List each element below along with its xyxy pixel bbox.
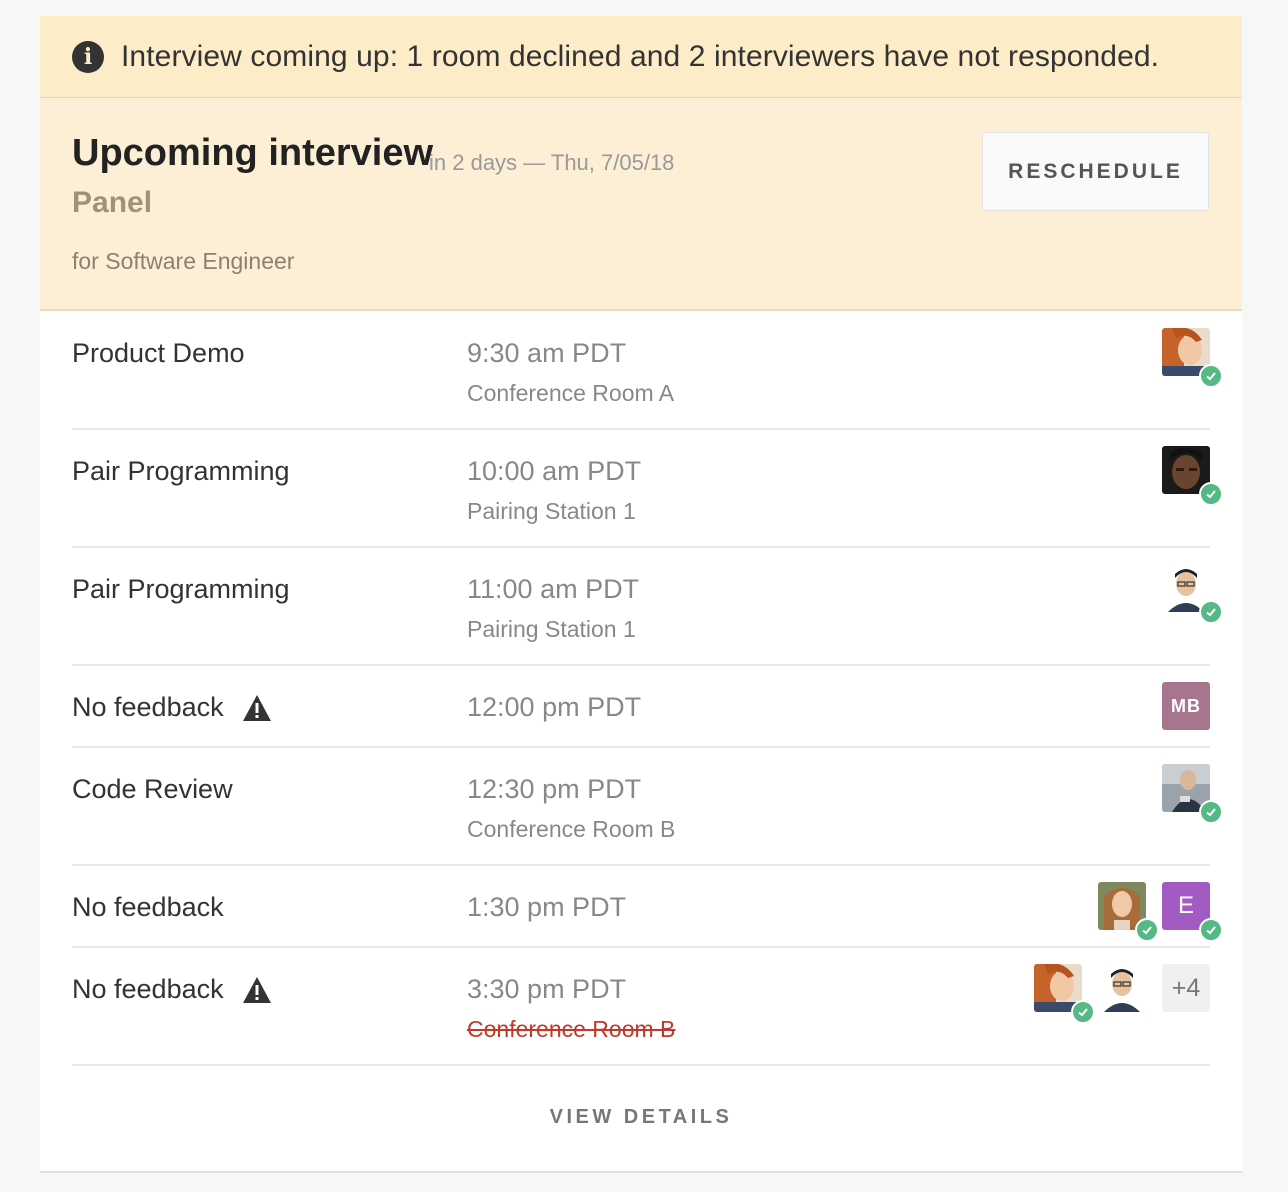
more-interviewers-badge[interactable]: +4: [1162, 964, 1210, 1012]
warning-icon: [242, 694, 271, 721]
schedule-row: Pair Programming 11:00 am PDT Pairing St…: [72, 548, 1223, 666]
interview-type: Panel: [72, 186, 153, 219]
avatar[interactable]: [1098, 882, 1159, 942]
avatar[interactable]: [1034, 964, 1095, 1024]
schedule-row: No feedback 3:30 pm PDT Conference Room …: [72, 948, 1210, 1066]
session-time: 10:00 am PDT: [467, 456, 642, 486]
avatar[interactable]: [1162, 328, 1223, 388]
session-name: Code Review: [72, 774, 233, 804]
schedule-row: Pair Programming 10:00 am PDT Pairing St…: [72, 430, 1223, 548]
session-name: Pair Programming: [72, 574, 290, 604]
accepted-check-icon: [1199, 600, 1223, 624]
avatar[interactable]: [1162, 564, 1223, 624]
schedule-row: Code Review 12:30 pm PDT Conference Room…: [72, 748, 1223, 866]
session-name: No feedback: [72, 692, 272, 723]
avatar[interactable]: E: [1162, 882, 1223, 942]
interview-date: in 2 days — Thu, 7/05/18: [429, 150, 675, 175]
session-room: Pairing Station 1: [467, 616, 636, 642]
session-time: 12:00 pm PDT: [467, 692, 642, 722]
avatar-photo: [1098, 964, 1146, 1012]
schedule-row: Product Demo 9:30 am PDT Conference Room…: [72, 312, 1223, 430]
session-time: 9:30 am PDT: [467, 338, 627, 368]
avatar[interactable]: [1162, 764, 1223, 824]
session-room: Conference Room B: [467, 816, 676, 842]
session-name: Pair Programming: [72, 456, 290, 486]
accepted-check-icon: [1199, 482, 1223, 506]
alert-banner: i Interview coming up: 1 room declined a…: [40, 16, 1242, 98]
session-room: Pairing Station 1: [467, 498, 636, 524]
accepted-check-icon: [1199, 800, 1223, 824]
session-time: 11:00 am PDT: [467, 574, 640, 604]
session-room: Conference Room A: [467, 380, 675, 406]
view-details-link[interactable]: VIEW DETAILS: [40, 1106, 1242, 1129]
accepted-check-icon: [1135, 918, 1159, 942]
session-name: Product Demo: [72, 338, 245, 368]
session-time: 12:30 pm PDT: [467, 774, 642, 804]
schedule-row: No feedback 12:00 pm PDT MB: [72, 666, 1210, 748]
session-name: No feedback: [72, 892, 224, 922]
interview-card: i Interview coming up: 1 room declined a…: [40, 16, 1242, 1173]
session-room-declined: Conference Room B: [467, 1016, 676, 1042]
job-title: for Software Engineer: [72, 248, 295, 274]
page-title: Upcoming interview: [72, 132, 434, 174]
avatar[interactable]: [1098, 964, 1146, 1012]
session-time: 3:30 pm PDT: [467, 974, 627, 1004]
avatar[interactable]: [1162, 446, 1223, 506]
info-icon: i: [72, 40, 104, 73]
schedule-list: Product Demo 9:30 am PDT Conference Room…: [72, 312, 1223, 1066]
accepted-check-icon: [1199, 364, 1223, 388]
session-time: 1:30 pm PDT: [467, 892, 627, 922]
accepted-check-icon: [1199, 918, 1223, 942]
schedule-row: No feedback 1:30 pm PDT E: [72, 866, 1223, 948]
accepted-check-icon: [1071, 1000, 1095, 1024]
alert-text: Interview coming up: 1 room declined and…: [121, 39, 1160, 73]
reschedule-button[interactable]: RESCHEDULE: [982, 132, 1209, 211]
avatar-initials: MB: [1162, 682, 1210, 730]
avatar[interactable]: MB: [1162, 682, 1210, 730]
warning-icon: [242, 976, 271, 1003]
session-name: No feedback: [72, 974, 272, 1005]
interview-header: Upcoming interview in 2 days — Thu, 7/05…: [40, 98, 1242, 311]
